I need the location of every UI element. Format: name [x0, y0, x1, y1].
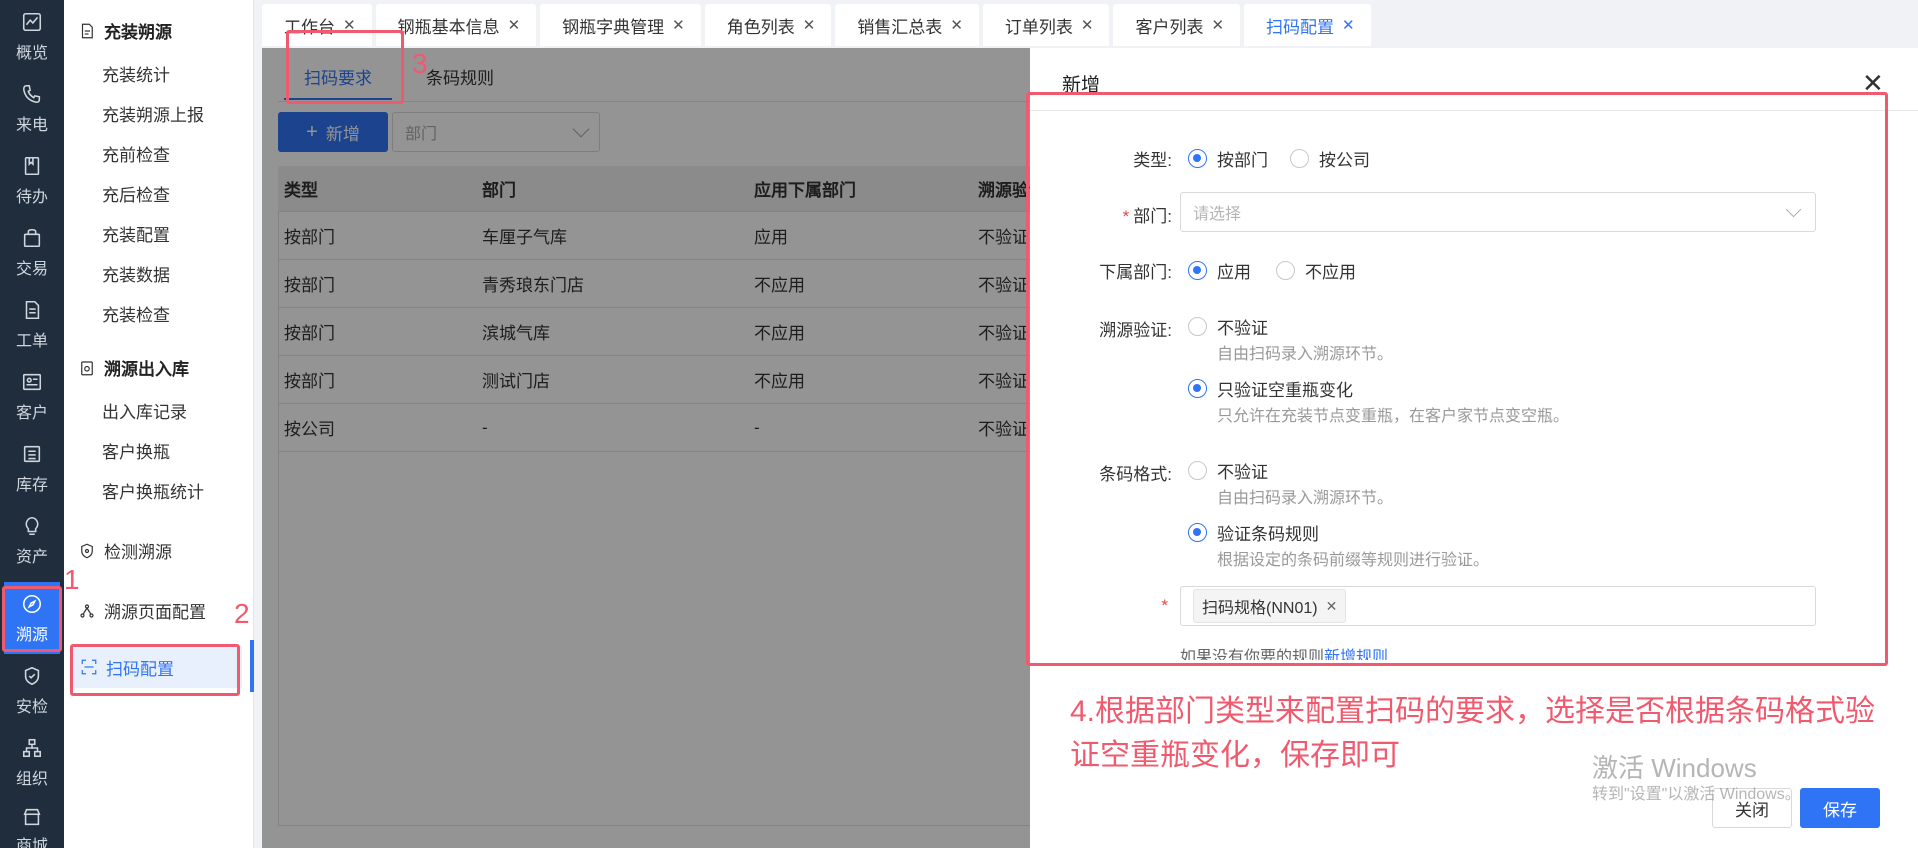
tab-label: 钢瓶基本信息	[397, 17, 500, 37]
close-icon[interactable]: ✕	[1342, 16, 1355, 34]
rail-item-workorder[interactable]: 工单	[0, 288, 64, 360]
annotation-number-2: 2	[234, 598, 250, 629]
menu-item-bottle-swap-stats[interactable]: 客户换瓶统计	[102, 478, 204, 503]
org-icon	[19, 735, 45, 761]
tab-label: 扫码配置	[1266, 17, 1335, 37]
page-tabs: 工作台 ✕ 钢瓶基本信息 ✕ 钢瓶字典管理 ✕ 角色列表 ✕ 销售汇总表 ✕ 订单列表 ✕ …	[262, 4, 1375, 46]
rail-label: 概览	[15, 45, 48, 62]
annotation-number-3: 3	[412, 48, 428, 79]
rail-item-safety[interactable]: 安检	[0, 654, 64, 726]
store-icon	[19, 806, 45, 828]
tab-sales-summary[interactable]: 销售汇总表 ✕	[835, 4, 979, 46]
id-card-icon	[19, 369, 45, 395]
rail-label: 组织	[15, 771, 48, 788]
menu-label: 检测溯源	[104, 543, 172, 562]
file-icon	[81, 23, 93, 38]
annotation-box-rail	[2, 586, 62, 652]
tab-label: 客户列表	[1135, 17, 1204, 37]
tab-orders[interactable]: 订单列表 ✕	[982, 4, 1110, 46]
chart-icon	[19, 9, 45, 35]
active-indicator	[250, 640, 254, 692]
menu-item-filling-check[interactable]: 充装检查	[102, 301, 170, 326]
menu-label: 溯源页面配置	[104, 603, 206, 622]
tab-label: 钢瓶字典管理	[562, 17, 665, 37]
rail-label: 待办	[15, 189, 48, 206]
clipboard-icon	[81, 360, 93, 375]
network-icon	[80, 603, 94, 618]
rail-label: 安检	[15, 699, 48, 716]
bookmark-icon	[19, 153, 45, 179]
tab-roles[interactable]: 角色列表 ✕	[704, 4, 832, 46]
menu-item-bottle-swap[interactable]: 客户换瓶	[102, 438, 170, 463]
rail-item-customer[interactable]: 客户	[0, 360, 64, 432]
menu-item-detect-trace[interactable]: 检测溯源	[78, 538, 172, 563]
menu-item-filling-data[interactable]: 充装数据	[102, 261, 170, 286]
secondary-menu: 充装朔源 充装统计 充装朔源上报 充前检查 充后检查 充装配置 充装数据 充装检…	[64, 0, 254, 848]
annotation-box-menu	[70, 644, 240, 696]
close-icon[interactable]: ✕	[1081, 16, 1094, 34]
close-icon[interactable]: ✕	[803, 16, 816, 34]
rail-item-stock[interactable]: 库存	[0, 432, 64, 504]
save-button[interactable]: 保存	[1800, 788, 1880, 828]
close-icon[interactable]: ✕	[950, 16, 963, 34]
rail-label: 工单	[15, 333, 48, 350]
menu-group-inout[interactable]: 溯源出入库	[78, 355, 189, 380]
menu-item-filling-config[interactable]: 充装配置	[102, 221, 170, 246]
list-icon	[19, 441, 45, 467]
phone-icon	[19, 81, 45, 107]
tab-scan-config[interactable]: 扫码配置 ✕	[1244, 4, 1371, 46]
tab-label: 角色列表	[726, 17, 795, 37]
close-icon[interactable]: ✕	[508, 16, 521, 34]
rail-label: 交易	[15, 261, 48, 278]
bag-icon	[19, 225, 45, 251]
menu-item-pre-check[interactable]: 充前检查	[102, 141, 170, 166]
menu-item-inout-records[interactable]: 出入库记录	[102, 398, 187, 423]
rail-label: 客户	[15, 405, 48, 422]
menu-item-post-check[interactable]: 充后检查	[102, 181, 170, 206]
menu-item-filling-report[interactable]: 充装朔源上报	[102, 101, 204, 126]
rail-label: 商城	[15, 838, 48, 848]
shield-icon	[81, 543, 93, 558]
close-icon[interactable]: ✕	[672, 16, 685, 34]
annotation-box-form	[1026, 92, 1888, 666]
rail-label: 资产	[15, 549, 48, 566]
menu-group-title: 充装朔源	[104, 23, 172, 42]
close-icon[interactable]: ✕	[1211, 16, 1224, 34]
annotation-box-tab	[286, 30, 404, 104]
tab-bottle-dict[interactable]: 钢瓶字典管理 ✕	[540, 4, 701, 46]
rail-item-trade[interactable]: 交易	[0, 216, 64, 288]
document-icon	[19, 297, 45, 323]
menu-item-filling-stats[interactable]: 充装统计	[102, 61, 170, 86]
menu-item-page-config[interactable]: 溯源页面配置	[78, 598, 206, 623]
rail-label: 库存	[15, 477, 48, 494]
rail-item-todo[interactable]: 待办	[0, 144, 64, 216]
menu-group-filling[interactable]: 充装朔源	[78, 18, 172, 43]
windows-watermark-subtitle: 转到"设置"以激活 Windows。	[1592, 786, 1801, 803]
annotation-text: 4.根据部门类型来配置扫码的要求，选择是否根据条码格式验证空重瓶变化，保存即可	[1070, 695, 1876, 772]
rail-item-asset[interactable]: 资产	[0, 504, 64, 576]
annotation-number-1: 1	[64, 564, 80, 595]
rail-item-calls[interactable]: 来电	[0, 72, 64, 144]
menu-group-title: 溯源出入库	[104, 360, 189, 379]
rail-item-org[interactable]: 组织	[0, 726, 64, 798]
rail-item-store[interactable]: 商城	[0, 798, 64, 848]
rail-item-overview[interactable]: 概览	[0, 0, 64, 72]
bulb-icon	[19, 513, 45, 539]
tab-label: 订单列表	[1004, 17, 1073, 37]
icon-rail: 概览 来电 待办 交易 工单 客户 库存 资产 溯源 安检 组织 商城	[0, 0, 64, 848]
tab-label: 销售汇总表	[857, 17, 943, 37]
rail-label: 来电	[15, 117, 48, 134]
tab-customers[interactable]: 客户列表 ✕	[1113, 4, 1241, 46]
shield-icon	[19, 663, 45, 689]
